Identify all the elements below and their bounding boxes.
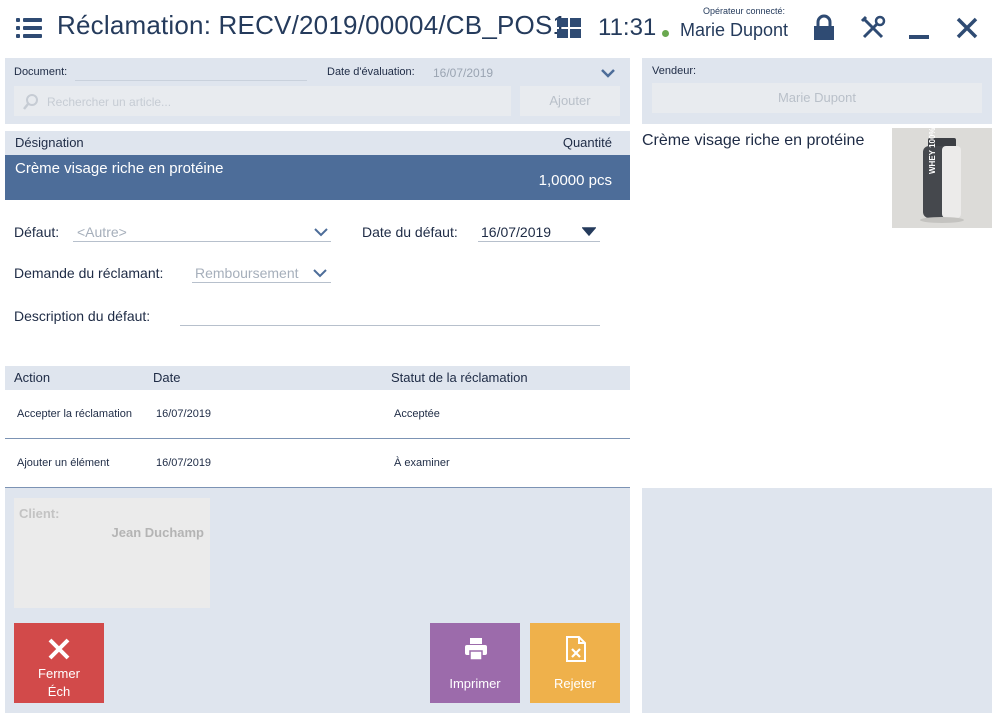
defect-select[interactable]: <Autre> (77, 224, 127, 240)
client-label: Client: (19, 506, 60, 521)
items-table-header: Désignation Quantité (5, 131, 630, 155)
close-button-label-2: Éch (47, 684, 71, 699)
bottom-panel: Client: Jean Duchamp Fermer Éch Imprimer… (5, 488, 630, 713)
claimant-request-underline (192, 282, 331, 283)
table-row[interactable]: Ajouter un élément 16/07/2019 À examiner (5, 439, 630, 488)
operator-label: Opérateur connecté: (703, 6, 786, 16)
claimant-request-label: Demande du réclamant: (14, 265, 164, 281)
date-cell: 16/07/2019 (156, 457, 212, 469)
close-receipt-button[interactable]: Fermer Éch (14, 623, 104, 703)
product-name: Crème visage riche en protéine (642, 132, 865, 149)
status-cell: À examiner (394, 457, 450, 469)
lock-icon[interactable] (812, 14, 840, 44)
defect-underline (73, 241, 331, 242)
action-cell: Ajouter un élément (17, 457, 110, 469)
description-label: Description du défaut: (14, 308, 151, 324)
evaluation-date-value[interactable]: 16/07/2019 (433, 66, 493, 80)
defect-date-chevron-icon[interactable] (581, 226, 597, 237)
close-button-label-1: Fermer (38, 666, 80, 681)
vendor-panel: Vendeur: Marie Dupont (642, 58, 992, 124)
printer-icon (465, 638, 487, 661)
quantity-column-header: Quantité (562, 135, 612, 150)
designation-column-header: Désignation (15, 135, 84, 150)
operator-name: Marie Dupont (680, 20, 789, 40)
tools-icon[interactable] (859, 14, 887, 44)
date-column-header: Date (153, 370, 181, 385)
chevron-down-icon[interactable] (601, 67, 615, 78)
minimize-icon[interactable] (907, 14, 935, 44)
action-cell: Accepter la réclamation (17, 408, 132, 420)
actions-table-header: Action Date Statut de la réclamation (5, 366, 630, 390)
item-quantity: 1,0000 pcs (538, 172, 612, 189)
defect-label: Défaut: (14, 224, 60, 240)
evaluation-date-label: Date d'évaluation: (327, 66, 415, 78)
online-status-icon (662, 30, 669, 37)
add-button[interactable]: Ajouter (520, 86, 620, 116)
defect-date-underline (478, 241, 600, 242)
grid-icon[interactable] (557, 18, 581, 38)
clock: 11:31 (598, 14, 657, 41)
search-placeholder: Rechercher un article... (47, 95, 172, 109)
print-button[interactable]: Imprimer (430, 623, 520, 703)
vendor-label: Vendeur: (652, 65, 697, 77)
document-label: Document: (14, 66, 68, 78)
document-underline (75, 80, 307, 81)
description-underline (180, 325, 600, 326)
vendor-field[interactable]: Marie Dupont (652, 83, 982, 113)
close-x-icon (48, 638, 70, 660)
product-image-text: WHEY 100% (928, 127, 937, 174)
table-row[interactable]: Accepter la réclamation 16/07/2019 Accep… (5, 390, 630, 439)
client-name: Jean Duchamp (111, 525, 204, 540)
reject-document-icon (566, 636, 586, 662)
right-bottom-panel (642, 488, 992, 713)
search-icon (23, 94, 38, 110)
item-designation: Crème visage riche en protéine (15, 160, 224, 177)
reject-button[interactable]: Rejeter (530, 623, 620, 703)
close-icon[interactable] (955, 14, 983, 44)
table-row[interactable]: Crème visage riche en protéine 1,0000 pc… (5, 155, 630, 200)
document-panel: Document: Date d'évaluation: 16/07/2019 … (5, 58, 630, 124)
reject-button-label: Rejeter (554, 676, 596, 691)
defect-date-value[interactable]: 16/07/2019 (481, 224, 551, 240)
search-input[interactable]: Rechercher un article... (14, 86, 511, 116)
action-column-header: Action (14, 370, 51, 385)
date-cell: 16/07/2019 (156, 408, 212, 420)
status-column-header: Statut de la réclamation (391, 370, 528, 385)
defect-date-label: Date du défaut: (362, 224, 458, 240)
header-bar: Réclamation: RECV/2019/00004/CB_POS1 11:… (0, 0, 998, 58)
page-title: Réclamation: RECV/2019/00004/CB_POS1 (57, 10, 568, 40)
client-card[interactable]: Client: Jean Duchamp (14, 498, 210, 608)
menu-icon[interactable] (16, 18, 42, 38)
status-cell: Acceptée (394, 408, 440, 420)
defect-chevron-icon[interactable] (314, 226, 328, 237)
claimant-request-chevron-icon[interactable] (313, 267, 327, 278)
product-image: WHEY 100% (892, 127, 992, 228)
print-button-label: Imprimer (449, 676, 501, 691)
claimant-request-select[interactable]: Remboursement (195, 265, 303, 281)
